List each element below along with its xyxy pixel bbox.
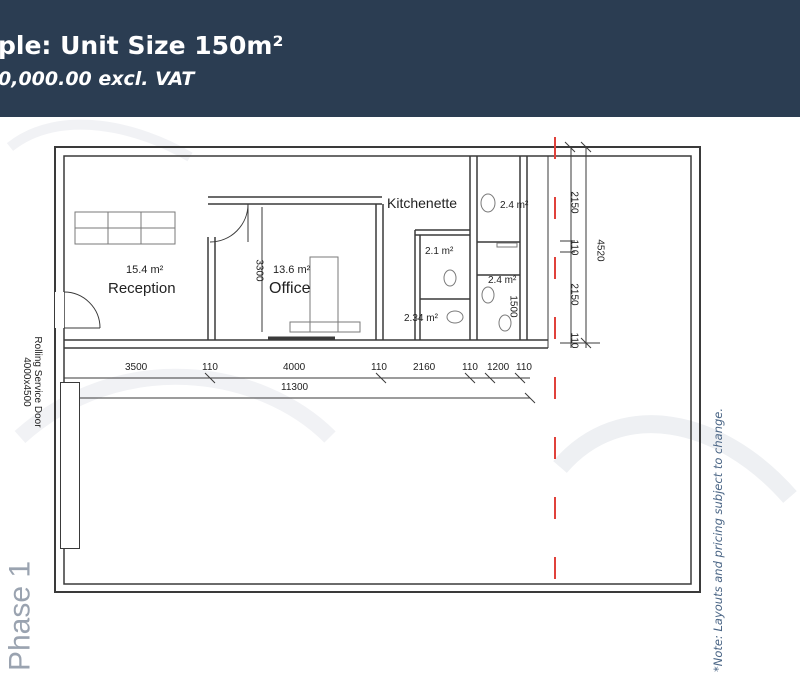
service-door-name: Rolling Service Door	[32, 336, 43, 428]
office-label: Office	[269, 280, 311, 297]
dim-110-a: 110	[202, 362, 218, 373]
dim-4000: 4000	[283, 362, 306, 373]
background-swirl	[553, 415, 797, 503]
wc4-area-label: 2.34 m²	[404, 313, 438, 324]
dim-4520: 4520	[594, 239, 606, 262]
furniture	[74, 193, 518, 333]
dim-1200: 1200	[487, 362, 510, 373]
floor-plan: 15.4 m² Reception 13.6 m² Office Kitchen…	[0, 117, 800, 672]
service-door-label: Rolling Service Door 4000x4500	[21, 322, 43, 442]
dim-110-c: 110	[462, 362, 478, 373]
page-title: ple: Unit Size 150m²	[0, 31, 284, 60]
service-door-size: 4000x4500	[21, 357, 32, 407]
dim-2150-a: 2150	[568, 191, 580, 214]
dim-110-b: 110	[371, 362, 387, 373]
floor-plan-drawing	[6, 119, 797, 595]
background-swirl	[6, 119, 193, 162]
dim-2160: 2160	[413, 362, 436, 373]
dim-110-d: 110	[516, 362, 532, 373]
wc3-area-label: 2.4 m²	[488, 275, 517, 286]
dim-3300: 3300	[253, 259, 265, 282]
price-subtitle: 0,000.00 excl. VAT	[0, 68, 195, 90]
header-banner: ple: Unit Size 150m² 0,000.00 excl. VAT	[0, 0, 800, 117]
wc2-area-label: 2.1 m²	[425, 246, 454, 257]
wc1-area-label: 2.4 m²	[500, 200, 529, 211]
reception-label: Reception	[108, 280, 176, 297]
dim-3500: 3500	[125, 362, 148, 373]
kitchenette-label: Kitchenette	[387, 195, 458, 211]
reception-area-label: 15.4 m²	[126, 264, 164, 276]
dim-2150-b: 2150	[568, 283, 580, 306]
dim-1500: 1500	[507, 295, 519, 318]
dim-110-v2: 110	[568, 332, 580, 349]
phase-label: Phase 1	[3, 560, 37, 672]
disclaimer-note: *Note: Layouts and pricing subject to ch…	[711, 407, 725, 672]
rolling-service-door	[60, 382, 80, 549]
office-area-label: 13.6 m²	[273, 264, 311, 276]
dim-11300: 11300	[281, 382, 309, 393]
dim-110-v1: 110	[568, 239, 580, 256]
